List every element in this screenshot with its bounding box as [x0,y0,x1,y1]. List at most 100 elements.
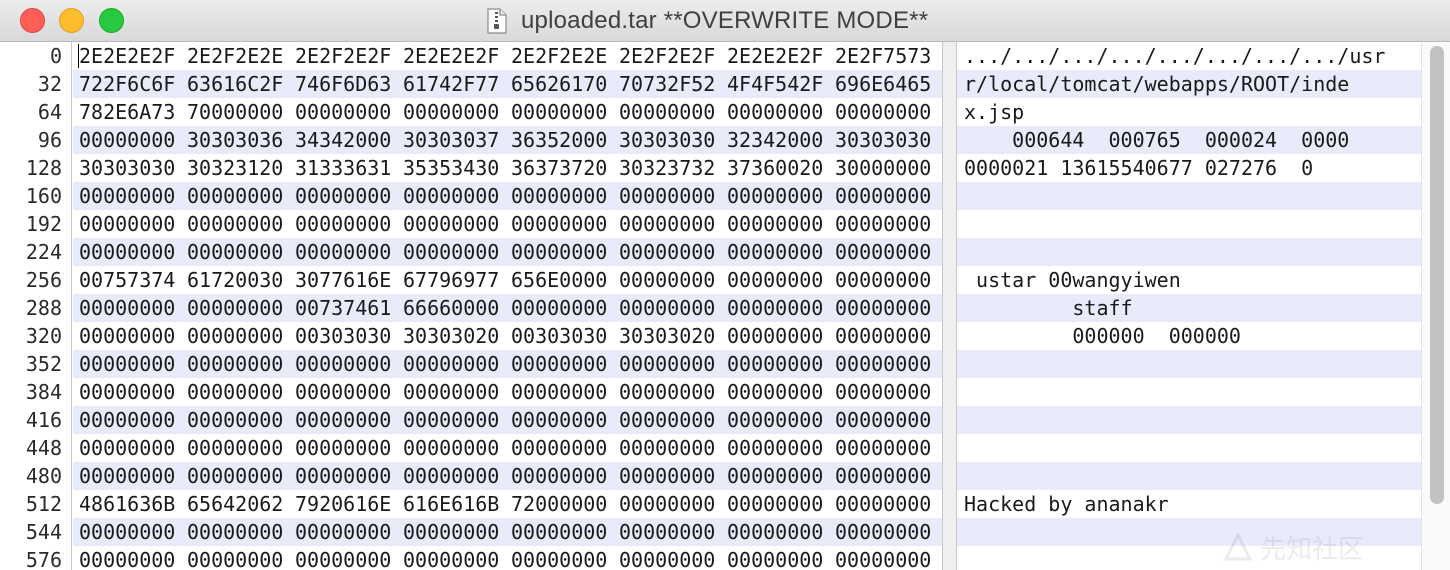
hex-word[interactable]: 00000000 [295,182,403,210]
hex-word[interactable]: 00000000 [79,350,187,378]
hex-word[interactable]: 616E616B [403,490,511,518]
hex-word[interactable]: 00000000 [295,406,403,434]
hex-word[interactable]: 00000000 [835,546,942,570]
hex-word[interactable]: 00000000 [187,462,295,490]
hex-word[interactable]: 00000000 [187,182,295,210]
hex-row[interactable]: 00000000 30303036 34342000 30303037 36352000… [79,126,942,154]
hex-word[interactable]: 00000000 [835,322,942,350]
hex-word[interactable]: 30323732 [619,154,727,182]
hex-word[interactable]: 00000000 [187,322,295,350]
hex-word[interactable]: 00000000 [295,546,403,570]
hex-word[interactable]: 00000000 [403,546,511,570]
hex-word[interactable]: 00000000 [835,406,942,434]
hex-word[interactable]: 00000000 [295,210,403,238]
hex-word[interactable]: 66660000 [403,294,511,322]
hex-word[interactable]: 00000000 [727,378,835,406]
hex-row[interactable]: 00000000 00000000 00000000 00000000 00000000… [79,210,942,238]
hex-word[interactable]: 00000000 [79,294,187,322]
hex-word[interactable]: 00000000 [511,546,619,570]
hex-word[interactable]: 00000000 [511,462,619,490]
hex-word[interactable]: 00000000 [727,518,835,546]
ascii-row[interactable]: staff [964,294,1132,322]
hex-word[interactable]: 00000000 [295,350,403,378]
hex-word[interactable]: 2E2E2E2F [79,42,187,70]
hex-word[interactable]: 35353430 [403,154,511,182]
hex-word[interactable]: 00000000 [619,546,727,570]
hex-word[interactable]: 00000000 [511,518,619,546]
hex-word[interactable]: 72000000 [511,490,619,518]
hex-word[interactable]: 00000000 [835,98,942,126]
hex-word[interactable]: 00000000 [727,210,835,238]
zoom-button[interactable] [99,8,124,33]
hex-word[interactable]: 00000000 [619,238,727,266]
hex-word[interactable]: 30323120 [187,154,295,182]
hex-word[interactable]: 00000000 [727,350,835,378]
hex-word[interactable]: 2E2E2E2F [727,42,835,70]
close-button[interactable] [20,8,45,33]
hex-word[interactable]: 00000000 [403,98,511,126]
ascii-pane[interactable]: .../.../.../.../.../.../.../.../usr r/loc… [957,42,1421,570]
hex-word[interactable]: 34342000 [295,126,403,154]
hex-word[interactable]: 00000000 [79,378,187,406]
hex-pane[interactable]: 2E2E2E2F 2E2F2E2E 2E2F2E2F 2E2E2E2F 2E2F2E2E… [73,42,942,570]
hex-word[interactable]: 00000000 [403,350,511,378]
hex-word[interactable]: 65642062 [187,490,295,518]
hex-word[interactable]: 00000000 [619,518,727,546]
hex-word[interactable]: 36373720 [511,154,619,182]
hex-word[interactable]: 00000000 [403,238,511,266]
hex-word[interactable]: 2E2E2E2F [403,42,511,70]
hex-word[interactable]: 00000000 [295,462,403,490]
ascii-row[interactable]: 000000 000000 [964,322,1241,350]
hex-word[interactable]: 00000000 [727,98,835,126]
hex-row[interactable]: 00000000 00000000 00000000 00000000 00000000… [79,462,942,490]
hex-word[interactable]: 00000000 [187,294,295,322]
hex-word[interactable]: 00000000 [835,266,942,294]
hex-word[interactable]: 00000000 [835,210,942,238]
hex-word[interactable]: 00000000 [187,434,295,462]
hex-word[interactable]: 00000000 [619,378,727,406]
hex-word[interactable]: 00000000 [619,490,727,518]
hex-word[interactable]: 00000000 [79,406,187,434]
hex-word[interactable]: 00000000 [511,378,619,406]
hex-word[interactable]: 00000000 [403,378,511,406]
hex-word[interactable]: 32342000 [727,126,835,154]
hex-word[interactable]: 00000000 [187,378,295,406]
hex-word[interactable]: 61720030 [187,266,295,294]
hex-word[interactable]: 00000000 [403,434,511,462]
hex-word[interactable]: 30303037 [403,126,511,154]
hex-word[interactable]: 00000000 [619,182,727,210]
hex-word[interactable]: 00000000 [511,434,619,462]
hex-word[interactable]: 36352000 [511,126,619,154]
hex-row[interactable]: 00000000 00000000 00000000 00000000 00000000… [79,182,942,210]
hex-word[interactable]: 00000000 [727,266,835,294]
hex-row[interactable]: 722F6C6F 63616C2F 746F6D63 61742F77 65626170… [79,70,942,98]
hex-word[interactable]: 2E2F2E2E [511,42,619,70]
hex-word[interactable]: 00000000 [79,434,187,462]
hex-word[interactable]: 00000000 [511,210,619,238]
hex-word[interactable]: 00000000 [79,238,187,266]
ascii-row[interactable]: 0000021 13615540677 027276 0 [964,154,1313,182]
hex-word[interactable]: 722F6C6F [79,70,187,98]
hex-word[interactable]: 00000000 [79,462,187,490]
hex-word[interactable]: 70000000 [187,98,295,126]
ascii-row[interactable]: 000644 000765 000024 0000 [964,126,1349,154]
hex-word[interactable]: 00000000 [835,294,942,322]
hex-word[interactable]: 30303036 [187,126,295,154]
hex-word[interactable]: 00000000 [295,98,403,126]
hex-word[interactable]: 00000000 [187,350,295,378]
hex-word[interactable]: 00000000 [403,182,511,210]
hex-word[interactable]: 00000000 [187,210,295,238]
hex-word[interactable]: 00757374 [79,266,187,294]
hex-word[interactable]: 2E2F2E2E [187,42,295,70]
hex-row[interactable]: 00000000 00000000 00000000 00000000 00000000… [79,546,942,570]
hex-word[interactable]: 2E2F7573 [835,42,942,70]
hex-word[interactable]: 00000000 [403,518,511,546]
hex-word[interactable]: 782E6A73 [79,98,187,126]
hex-word[interactable]: 63616C2F [187,70,295,98]
hex-word[interactable]: 00000000 [187,518,295,546]
hex-word[interactable]: 00000000 [619,266,727,294]
hex-word[interactable]: 2E2F2E2F [295,42,403,70]
hex-word[interactable]: 00000000 [619,294,727,322]
hex-word[interactable]: 00000000 [511,182,619,210]
hex-word[interactable]: 00000000 [727,294,835,322]
